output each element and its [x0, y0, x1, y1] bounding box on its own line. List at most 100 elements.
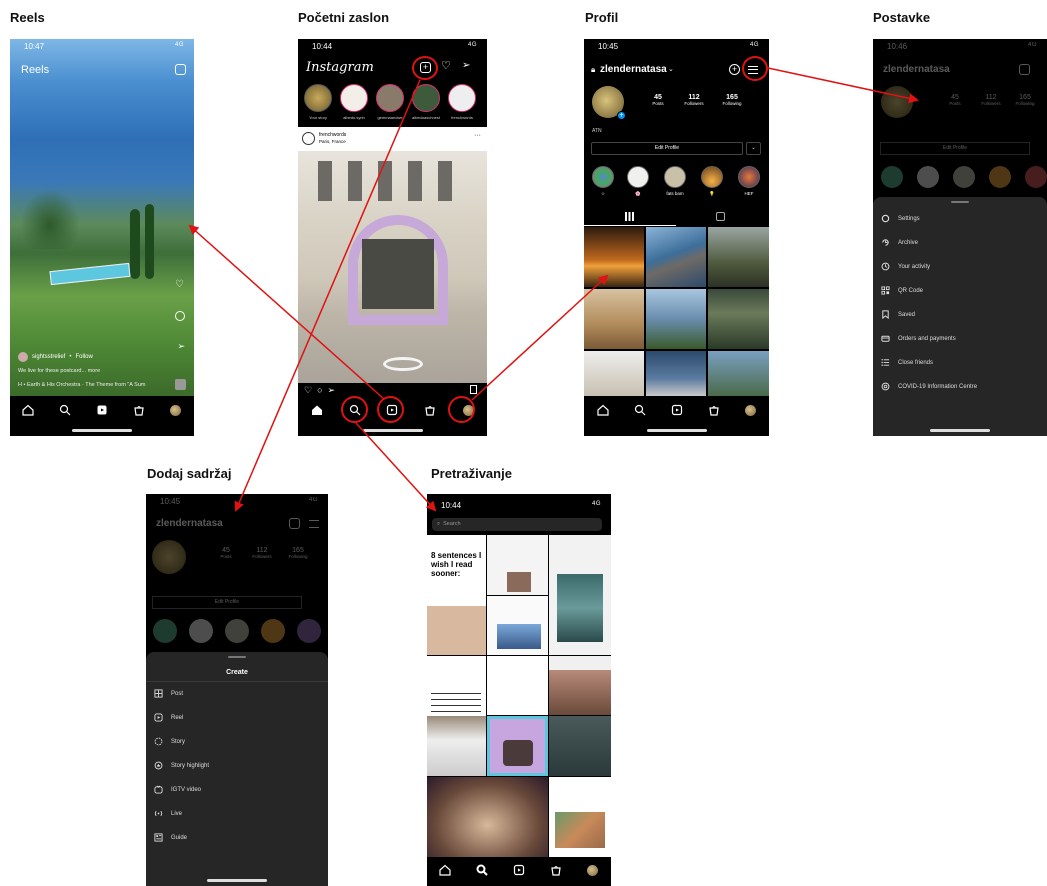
shop-icon[interactable] — [549, 863, 563, 877]
stat-following[interactable]: 165 Following — [718, 94, 746, 106]
tagged-tab-icon[interactable] — [716, 212, 725, 221]
building-windows — [318, 161, 468, 201]
shop-icon[interactable] — [132, 403, 146, 417]
profile-avatar-icon[interactable] — [586, 863, 600, 877]
home-icon[interactable] — [21, 403, 35, 417]
grid-tab-icon[interactable] — [625, 212, 634, 221]
highlight-item[interactable] — [738, 166, 760, 188]
search-icon[interactable] — [633, 403, 647, 417]
explore-tile[interactable] — [431, 690, 481, 718]
explore-tile[interactable] — [549, 716, 611, 776]
explore-tile[interactable] — [503, 740, 533, 766]
profile-avatar-icon[interactable] — [744, 403, 758, 417]
shop-icon[interactable] — [423, 403, 437, 417]
comment-icon[interactable]: ○ — [317, 385, 322, 396]
highlight-item[interactable] — [701, 166, 723, 188]
create-post[interactable]: Post — [154, 689, 183, 698]
menu-covid-info[interactable]: COVID-19 Information Centre — [881, 382, 977, 391]
profile-grid-post[interactable] — [584, 227, 644, 287]
menu-orders-payments[interactable]: Orders and payments — [881, 334, 956, 343]
stat-posts[interactable]: 45 Posts — [646, 94, 670, 106]
profile-avatar-icon[interactable] — [169, 403, 183, 417]
menu-close-friends[interactable]: Close friends — [881, 358, 933, 367]
profile-grid-post[interactable] — [708, 289, 769, 349]
post-location[interactable]: Paris, France — [319, 139, 346, 144]
menu-settings[interactable]: Settings — [881, 214, 920, 223]
highlight-item[interactable] — [627, 166, 649, 188]
comment-icon[interactable] — [175, 311, 185, 321]
explore-tile[interactable] — [549, 656, 611, 715]
reel-caption[interactable]: We live for these postcard... more — [18, 368, 100, 374]
audio-thumb[interactable] — [175, 379, 186, 390]
camera-icon[interactable] — [175, 64, 186, 75]
profile-grid-post[interactable] — [646, 351, 706, 396]
profile-grid-post[interactable] — [584, 351, 644, 396]
home-icon[interactable] — [438, 863, 452, 877]
reels-icon[interactable] — [670, 403, 684, 417]
explore-tile[interactable] — [487, 656, 548, 715]
profile-grid-post[interactable] — [646, 289, 706, 349]
profile-grid-post[interactable] — [646, 227, 706, 287]
more-options-icon[interactable]: ··· — [474, 132, 481, 139]
post-avatar[interactable] — [302, 132, 315, 145]
profile-grid-post[interactable] — [584, 289, 644, 349]
explore-tile[interactable] — [427, 777, 548, 857]
create-igtv-video[interactable]: IGTV video — [154, 785, 201, 794]
reels-icon[interactable] — [512, 863, 526, 877]
reel-audio[interactable]: H • Earth & His Orchestra · The Theme fr… — [18, 382, 173, 388]
stat-followers[interactable]: 112 Followers — [680, 94, 708, 106]
profile-navbar — [584, 397, 769, 423]
profile-username[interactable]: zlendernatasa — [600, 64, 667, 75]
explore-tile[interactable] — [427, 596, 486, 655]
reel-username[interactable]: sightsstrelief — [32, 354, 65, 360]
shop-icon[interactable] — [707, 403, 721, 417]
story-avatar[interactable] — [340, 84, 368, 112]
reels-icon[interactable] — [95, 403, 109, 417]
like-icon[interactable]: ♡ — [175, 279, 184, 290]
menu-saved[interactable]: Saved — [881, 310, 915, 319]
story-avatar[interactable] — [376, 84, 404, 112]
sheet-handle[interactable] — [228, 656, 246, 658]
explore-tile[interactable] — [555, 812, 605, 848]
create-story-highlight[interactable]: Story highlight — [154, 761, 209, 770]
activity-heart-icon[interactable]: ♡ — [441, 59, 451, 72]
new-post-icon[interactable]: + — [729, 64, 740, 75]
post-username[interactable]: frenchwords — [319, 132, 346, 138]
create-live[interactable]: Live — [154, 809, 182, 818]
highlight-label: fats bam — [666, 191, 684, 196]
add-story-badge[interactable]: + — [617, 111, 626, 120]
discover-people-button[interactable]: ⌄ — [746, 142, 761, 155]
explore-tile[interactable] — [427, 716, 486, 776]
profile-grid-post[interactable] — [708, 351, 769, 396]
story-avatar[interactable] — [448, 84, 476, 112]
home-icon[interactable] — [310, 403, 324, 417]
edit-profile-button[interactable]: Edit Profile — [591, 142, 743, 155]
create-story[interactable]: Story — [154, 737, 185, 746]
explore-tile[interactable] — [507, 572, 531, 592]
explore-tile[interactable] — [557, 574, 603, 642]
menu-archive[interactable]: Archive — [881, 238, 918, 247]
highlight-item[interactable] — [664, 166, 686, 188]
profile-grid-post[interactable] — [708, 227, 769, 287]
bookmark-icon[interactable] — [470, 385, 477, 394]
explore-tile[interactable] — [497, 624, 541, 649]
home-icon[interactable] — [596, 403, 610, 417]
menu-qr-code[interactable]: QR Code — [881, 286, 923, 295]
menu-your-activity[interactable]: Your activity — [881, 262, 930, 271]
chevron-down-icon[interactable]: ⌄ — [668, 65, 674, 73]
reel-avatar[interactable] — [18, 352, 28, 362]
create-reel[interactable]: Reel — [154, 713, 183, 722]
share-icon[interactable]: ➢ — [177, 341, 185, 352]
story-avatar[interactable] — [304, 84, 332, 112]
highlight-item[interactable] — [592, 166, 614, 188]
like-icon[interactable]: ♡ — [304, 385, 312, 396]
search-icon[interactable] — [58, 403, 72, 417]
follow-button[interactable]: Follow — [75, 354, 92, 360]
search-input[interactable]: ⌕ Search — [432, 518, 602, 531]
search-icon[interactable] — [475, 863, 489, 877]
create-guide[interactable]: Guide — [154, 833, 187, 842]
sheet-handle[interactable] — [951, 201, 969, 203]
story-avatar[interactable] — [412, 84, 440, 112]
share-icon[interactable]: ➢ — [328, 385, 336, 396]
direct-message-icon[interactable]: ➢ — [462, 60, 470, 71]
